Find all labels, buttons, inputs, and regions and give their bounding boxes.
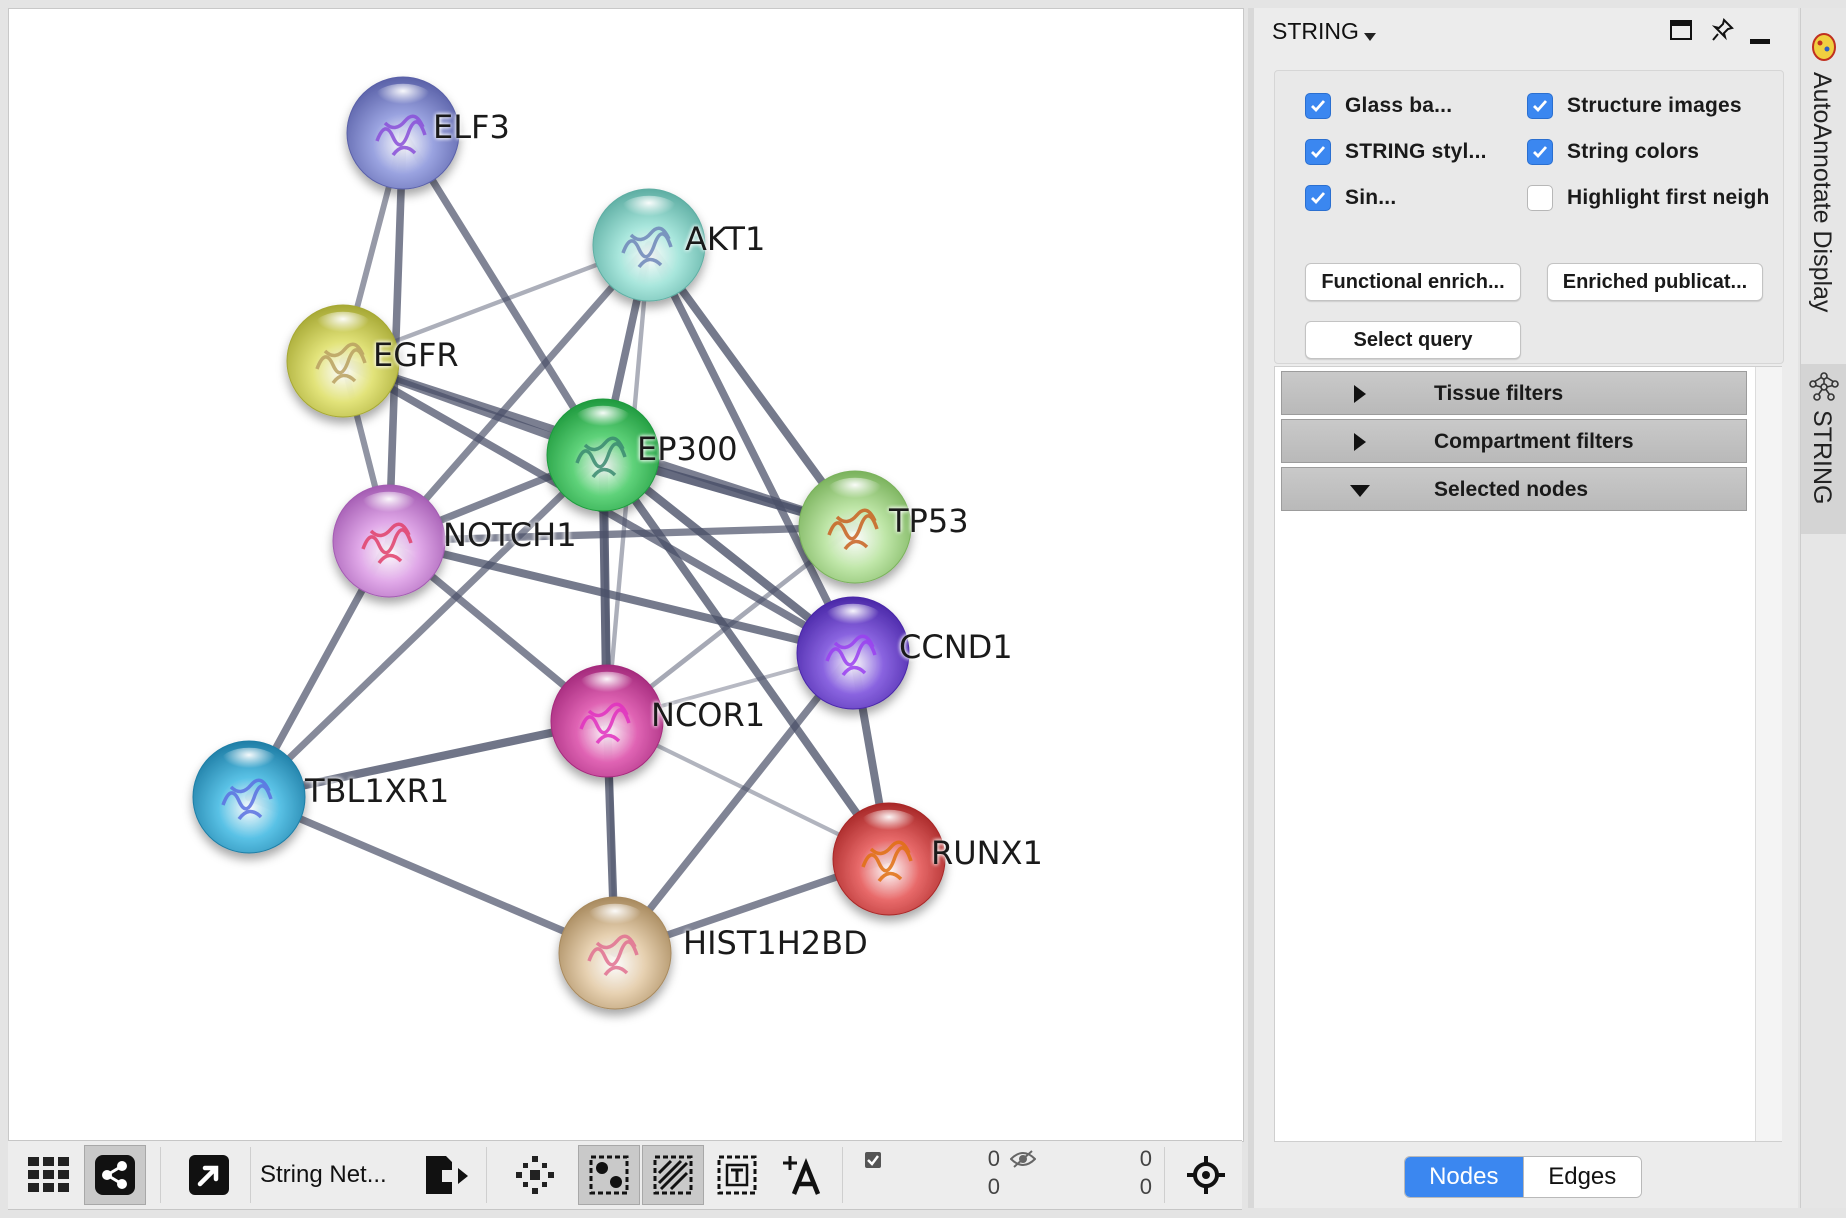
node-label-ep300: EP300 <box>637 430 738 468</box>
select-query-button[interactable]: Select query <box>1305 321 1521 359</box>
select-nodes-icon[interactable] <box>578 1145 640 1205</box>
checkbox-structure-images[interactable] <box>1527 93 1553 119</box>
checkbox-string-style[interactable] <box>1305 139 1331 165</box>
tab-edges[interactable]: Edges <box>1522 1157 1641 1197</box>
text-annotation-icon[interactable] <box>772 1145 830 1205</box>
tab-string[interactable]: STRING <box>1801 364 1846 534</box>
checkbox-single[interactable] <box>1305 185 1331 211</box>
node-ncor1[interactable] <box>550 664 664 778</box>
string-colors-label: String colors <box>1567 140 1700 163</box>
checkbox-string-colors[interactable] <box>1527 139 1553 165</box>
tissue-filters-header[interactable]: Tissue filters <box>1281 371 1747 415</box>
functional-enrichment-button[interactable]: Functional enrich... <box>1305 263 1521 301</box>
string-colors-option[interactable]: String colors <box>1527 139 1699 165</box>
glass-balls-label: Glass ba... <box>1345 94 1453 117</box>
side-tabs: AutoAnnotate Display STRING <box>1800 8 1846 1208</box>
display-options: Glass ba... Structure images STRING styl… <box>1274 70 1784 364</box>
selected-nodes-header[interactable]: Selected nodes <box>1281 467 1747 511</box>
network-name[interactable]: String Net... <box>260 1145 410 1205</box>
hidden-eye-icon <box>1009 1149 1037 1174</box>
node-notch1[interactable] <box>332 484 446 598</box>
enriched-publications-button[interactable]: Enriched publicat... <box>1547 263 1763 301</box>
triangle-down-icon <box>1350 485 1370 497</box>
selected-nodes-count: 0 <box>987 1146 1000 1171</box>
hidden-edges-count: 0 <box>1139 1174 1152 1199</box>
node-label-hist1h2bd: HIST1H2BD <box>683 924 868 962</box>
highlight-neighbors-option[interactable]: Highlight first neigh <box>1527 185 1781 211</box>
node-label-tbl1xr1: TBL1XR1 <box>305 772 450 810</box>
highlight-neighbors-label: Highlight first neigh <box>1567 186 1770 209</box>
chevron-down-icon[interactable] <box>1364 28 1376 46</box>
network-canvas[interactable] <box>9 9 1243 1141</box>
single-label: Sin... <box>1345 186 1397 209</box>
float-window-icon[interactable] <box>1670 20 1692 45</box>
node-label-akt1: AKT1 <box>685 220 766 258</box>
compartment-filters-header[interactable]: Compartment filters <box>1281 419 1747 463</box>
node-label-elf3: ELF3 <box>433 108 510 146</box>
grid-view-icon[interactable] <box>22 1145 78 1205</box>
node-label-ccnd1: CCND1 <box>899 628 1013 666</box>
checkbox-highlight-neighbors[interactable] <box>1527 185 1553 211</box>
minimize-icon[interactable] <box>1750 32 1770 50</box>
panel-title[interactable]: STRING <box>1272 18 1359 45</box>
node-label-ncor1: NCOR1 <box>651 696 766 734</box>
first-neighbors-icon[interactable] <box>506 1145 564 1205</box>
glass-balls-option[interactable]: Glass ba... <box>1305 93 1452 119</box>
string-tab-label: STRING <box>1808 410 1836 505</box>
selected-checkbox-icon <box>864 1151 882 1174</box>
open-external-icon[interactable] <box>180 1145 238 1205</box>
node-runx1[interactable] <box>832 802 946 916</box>
structure-images-option[interactable]: Structure images <box>1527 93 1742 119</box>
node-ccnd1[interactable] <box>796 596 910 710</box>
tissue-filters-label: Tissue filters <box>1434 382 1564 405</box>
node-hist1h2bd[interactable] <box>558 896 672 1010</box>
network-view[interactable]: ELF3 AKT1 EGFR EP300 NOTCH1 TP53 CCND1 NCOR1 TBL… <box>8 8 1244 1142</box>
hidden-nodes-count: 0 <box>1139 1146 1152 1171</box>
tab-autoannotate-display[interactable]: AutoAnnotate Display <box>1801 20 1846 360</box>
string-style-label: STRING styl... <box>1345 140 1487 163</box>
triangle-right-icon <box>1354 385 1366 403</box>
bottom-toolbar: String Net... 0 0 0 0 <box>8 1140 1242 1210</box>
selected-edges-count: 0 <box>987 1174 1000 1199</box>
autoannotate-tab-label: AutoAnnotate Display <box>1808 72 1836 313</box>
pin-icon[interactable] <box>1711 18 1734 47</box>
selected-nodes-label: Selected nodes <box>1434 478 1589 501</box>
compartment-filters-label: Compartment filters <box>1434 430 1634 453</box>
vertical-scrollbar[interactable] <box>1755 367 1782 1141</box>
edge-tbl1xr1-hist1h2bd[interactable] <box>245 793 619 957</box>
checkbox-glass-balls[interactable] <box>1305 93 1331 119</box>
string-network-icon <box>1809 372 1839 401</box>
node-label-runx1: RUNX1 <box>931 834 1043 872</box>
structure-images-label: Structure images <box>1567 94 1742 117</box>
node-tbl1xr1[interactable] <box>192 740 306 854</box>
node-label-egfr: EGFR <box>373 336 459 374</box>
triangle-right-icon <box>1354 433 1366 451</box>
network-view-icon[interactable] <box>84 1145 146 1205</box>
string-panel: STRING Glass ba... Structure images STRI… <box>1254 8 1798 1208</box>
fit-content-icon[interactable] <box>1178 1145 1234 1205</box>
tab-nodes[interactable]: Nodes <box>1405 1157 1523 1197</box>
filters-area: Tissue filters Compartment filters Selec… <box>1274 366 1782 1142</box>
panel-header: STRING <box>1254 8 1798 56</box>
node-label-notch1: NOTCH1 <box>443 516 577 554</box>
autoannotate-icon <box>1812 33 1836 61</box>
nodes-edges-toggle[interactable]: Nodes Edges <box>1404 1156 1642 1198</box>
select-annotations-icon[interactable] <box>708 1145 766 1205</box>
select-edges-icon[interactable] <box>642 1145 704 1205</box>
string-style-option[interactable]: STRING styl... <box>1305 139 1487 165</box>
single-option[interactable]: Sin... <box>1305 185 1396 211</box>
node-label-tp53: TP53 <box>889 502 969 540</box>
export-icon[interactable] <box>416 1145 474 1205</box>
